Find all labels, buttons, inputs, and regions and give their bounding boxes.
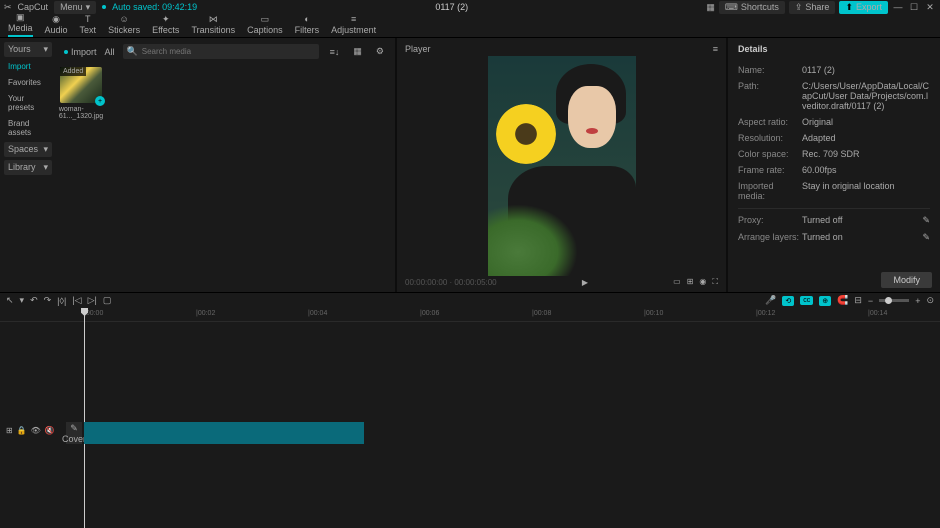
- select-mode-icon[interactable]: ▾: [20, 295, 25, 306]
- ruler-tick: |00:08: [532, 310, 551, 317]
- trim-left-icon[interactable]: |◁: [72, 295, 81, 306]
- details-title: Details: [738, 44, 930, 54]
- import-button[interactable]: Import: [64, 47, 97, 57]
- timeline-clip[interactable]: [84, 422, 364, 444]
- split-icon[interactable]: |◊|: [57, 296, 66, 306]
- ruler-tick: |00:06: [420, 310, 439, 317]
- detail-row: Arrange layers:Turned on✎: [738, 229, 930, 246]
- tab-media[interactable]: ▣Media: [8, 10, 33, 37]
- timecode: 00:00:00:00 · 00:00:05:00: [405, 278, 497, 287]
- player-preview[interactable]: [401, 56, 722, 276]
- undo-icon[interactable]: ↶: [30, 295, 38, 306]
- tab-transitions[interactable]: ⋈Transitions: [191, 12, 235, 37]
- autosave-indicator: [102, 5, 106, 9]
- detail-row: Color space:Rec. 709 SDR: [738, 146, 930, 162]
- chip-3[interactable]: ⊕: [819, 296, 831, 306]
- project-title: 0117 (2): [203, 2, 700, 12]
- zoom-in-icon[interactable]: +: [915, 296, 920, 306]
- detail-row: Resolution:Adapted: [738, 130, 930, 146]
- top-tabs: ▣Media ◉Audio TText ☺Stickers ✦Effects ⋈…: [0, 14, 940, 38]
- player-menu-icon[interactable]: ≡: [713, 44, 718, 54]
- ruler-tick: |00:12: [756, 310, 775, 317]
- timeline-ruler[interactable]: |00:00|00:02|00:04|00:06|00:08|00:10|00:…: [0, 308, 940, 322]
- mic-icon[interactable]: 🎤: [765, 295, 776, 306]
- chip-2[interactable]: cc: [800, 296, 813, 305]
- sort-icon[interactable]: ≡↓: [327, 47, 343, 57]
- layout-icon[interactable]: ▦: [706, 2, 715, 13]
- added-badge: Added: [60, 67, 86, 76]
- nav-favorites[interactable]: Favorites: [4, 76, 52, 89]
- player-title: Player: [405, 44, 431, 54]
- filter-icon[interactable]: ⚙: [373, 46, 387, 57]
- all-filter[interactable]: All: [105, 47, 115, 57]
- tab-adjustment[interactable]: ≡Adjustment: [331, 12, 376, 37]
- shortcuts-button[interactable]: ⌨ Shortcuts: [719, 1, 785, 14]
- detail-row: Imported media:Stay in original location: [738, 178, 930, 204]
- redo-icon[interactable]: ↷: [44, 295, 52, 306]
- fit-icon[interactable]: ⊙: [926, 295, 934, 306]
- track-mute-icon[interactable]: 🔇: [45, 426, 55, 435]
- detail-row: Path:C:/Users/User/AppData/Local/CapCut/…: [738, 78, 930, 114]
- quality-icon[interactable]: ◉: [699, 277, 706, 287]
- add-badge[interactable]: +: [95, 96, 105, 106]
- share-button[interactable]: ⇪ Share: [789, 1, 836, 14]
- chip-1[interactable]: ⟲: [782, 296, 794, 306]
- detail-row: Name:0117 (2): [738, 62, 930, 78]
- nav-brand[interactable]: Brand assets: [4, 117, 52, 139]
- tab-audio[interactable]: ◉Audio: [45, 12, 68, 37]
- tab-effects[interactable]: ✦Effects: [152, 12, 179, 37]
- spaces-dropdown[interactable]: Spaces▾: [4, 142, 52, 157]
- ratio-icon[interactable]: ▭: [673, 277, 681, 287]
- play-button[interactable]: ▶: [582, 278, 588, 287]
- search-input[interactable]: 🔍: [123, 44, 319, 59]
- edit-icon[interactable]: ✎: [922, 215, 930, 226]
- zoom-slider[interactable]: [879, 299, 909, 302]
- ruler-tick: |00:10: [644, 310, 663, 317]
- ruler-tick: |00:02: [196, 310, 215, 317]
- tab-stickers[interactable]: ☺Stickers: [108, 12, 140, 37]
- detail-row: Frame rate:60.00fps: [738, 162, 930, 178]
- magnet-icon[interactable]: 🧲: [837, 295, 848, 306]
- maximize-button[interactable]: ☐: [908, 2, 920, 13]
- minimize-button[interactable]: —: [892, 2, 904, 12]
- grid-icon[interactable]: ▦: [350, 46, 365, 57]
- edit-icon[interactable]: ✎: [922, 232, 930, 243]
- tab-filters[interactable]: ◐Filters: [295, 12, 320, 37]
- detail-row: Proxy:Turned off✎: [738, 208, 930, 229]
- delete-icon[interactable]: ▢: [103, 295, 112, 306]
- yours-dropdown[interactable]: Yours▾: [4, 42, 52, 57]
- autosave-text: Auto saved: 09:42:19: [112, 2, 197, 12]
- track-settings-icon[interactable]: ⊞: [6, 426, 13, 435]
- nav-import[interactable]: Import: [4, 60, 52, 73]
- library-dropdown[interactable]: Library▾: [4, 160, 52, 175]
- track-visible-icon[interactable]: 👁: [31, 426, 41, 435]
- tab-captions[interactable]: ▭Captions: [247, 12, 283, 37]
- trim-right-icon[interactable]: ▷|: [88, 295, 97, 306]
- modify-button[interactable]: Modify: [881, 272, 932, 288]
- zoom-out-icon[interactable]: −: [868, 296, 873, 306]
- track-lock-icon[interactable]: 🔒: [17, 426, 27, 435]
- tab-text[interactable]: TText: [80, 12, 97, 37]
- ruler-tick: |00:04: [308, 310, 327, 317]
- compare-icon[interactable]: ⊞: [687, 277, 694, 287]
- nav-presets[interactable]: Your presets: [4, 92, 52, 114]
- media-thumbnail[interactable]: Added + woman-61..._1320.jpg: [60, 67, 102, 120]
- ruler-tick: |00:14: [868, 310, 887, 317]
- export-button[interactable]: ⬆ Export: [839, 1, 888, 14]
- link-icon[interactable]: ⊟: [854, 295, 862, 306]
- fullscreen-icon[interactable]: ⛶: [712, 277, 718, 287]
- pointer-icon[interactable]: ↖: [6, 295, 14, 306]
- media-filename: woman-61..._1320.jpg: [59, 106, 103, 120]
- cover-button[interactable]: ✎Cover: [66, 422, 82, 444]
- close-button[interactable]: ✕: [924, 2, 936, 13]
- detail-row: Aspect ratio:Original: [738, 114, 930, 130]
